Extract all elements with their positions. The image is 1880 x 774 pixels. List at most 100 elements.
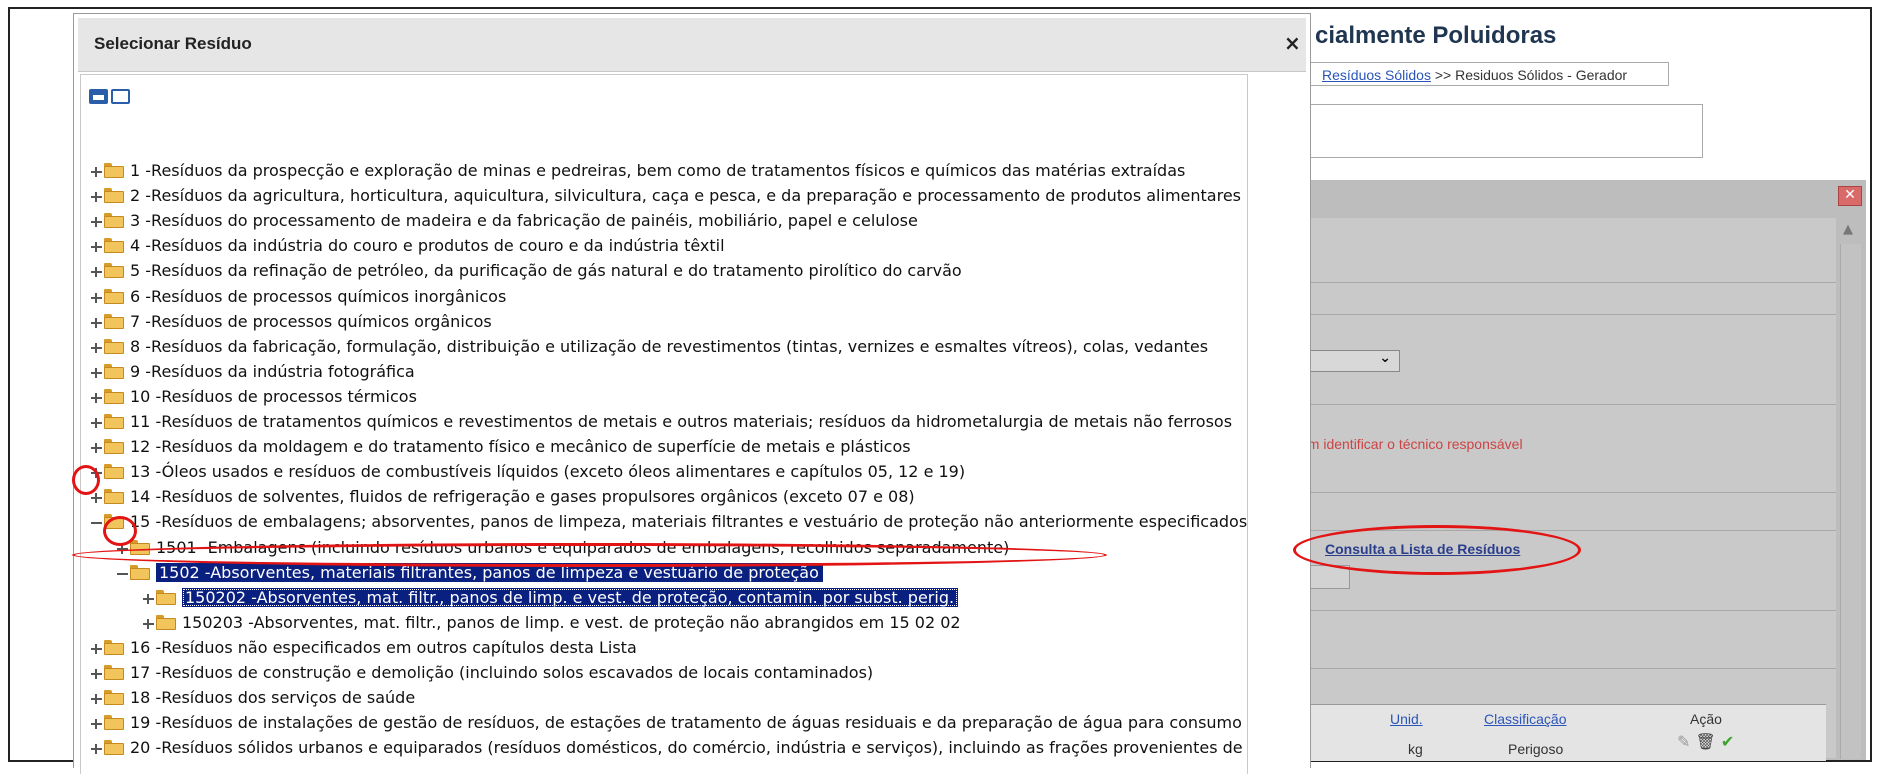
tree-node[interactable]: 14 -Resíduos de solventes, fluidos de re… (91, 485, 915, 509)
tree-node-label[interactable]: 17 -Resíduos de construção e demolição (… (130, 663, 873, 682)
tree-node-label[interactable]: 13 -Óleos usados e resíduos de combustív… (130, 462, 965, 481)
tree-node[interactable]: 5 -Resíduos da refinação de petróleo, da… (91, 259, 962, 283)
info-box (1305, 104, 1703, 158)
tree-node-label[interactable]: 16 -Resíduos não especificados em outros… (130, 638, 637, 657)
tree-node[interactable]: 10 -Resíduos de processos térmicos (91, 385, 417, 409)
breadcrumb-link[interactable]: Resíduos Sólidos (1322, 67, 1431, 83)
folder-icon (104, 163, 124, 178)
tree-node[interactable]: 4 -Resíduos da indústria do couro e prod… (91, 234, 725, 258)
tree-node-label[interactable]: 150203 -Absorventes, mat. filtr., panos … (182, 613, 961, 632)
tree-node[interactable]: 15 -Resíduos de embalagens; absorventes,… (91, 510, 1247, 534)
tree-node[interactable]: 2 -Resíduos da agricultura, horticultura… (91, 184, 1241, 208)
tree-node[interactable]: 18 -Resíduos dos serviços de saúde (91, 686, 415, 710)
tree-node[interactable]: 150203 -Absorventes, mat. filtr., panos … (143, 611, 961, 635)
tree-node[interactable]: 1502 -Absorventes, materiais filtrantes,… (117, 561, 823, 585)
expand-plus-icon[interactable] (91, 392, 102, 403)
tree-node-label[interactable]: 1502 -Absorventes, materiais filtrantes,… (156, 562, 823, 582)
tree-node[interactable]: 9 -Resíduos da indústria fotográfica (91, 360, 415, 384)
scrollbar[interactable] (1840, 244, 1861, 759)
tree-node-label[interactable]: 3 -Resíduos do processamento de madeira … (130, 211, 918, 230)
tree-node[interactable]: 8 -Resíduos da fabricação, formulação, d… (91, 335, 1208, 359)
tree-node-label[interactable]: 11 -Resíduos de tratamentos químicos e r… (130, 412, 1232, 431)
collapse-minus-icon[interactable] (91, 517, 102, 528)
tree-node-label[interactable]: 6 -Resíduos de processos químicos inorgâ… (130, 287, 506, 306)
folder-icon (156, 589, 176, 605)
residue-tree: 1 -Resíduos da prospecção e exploração d… (80, 74, 1248, 774)
expand-plus-icon[interactable] (143, 618, 154, 629)
expand-plus-icon[interactable] (91, 266, 102, 278)
tree-node-label[interactable]: 12 -Resíduos da moldagem e do tratamento… (130, 437, 911, 456)
background-dialog-close-icon[interactable]: ✕ (1838, 186, 1862, 206)
tree-node-label[interactable]: 8 -Resíduos da fabricação, formulação, d… (130, 337, 1208, 356)
divider (1280, 610, 1836, 611)
expand-plus-icon[interactable] (91, 693, 102, 705)
tree-node[interactable]: 6 -Resíduos de processos químicos inorgâ… (91, 285, 506, 309)
tree-node[interactable]: 13 -Óleos usados e resíduos de combustív… (91, 460, 965, 484)
tree-node[interactable]: 1501 -Embalagens (incluindo resíduos urb… (117, 536, 1009, 560)
expand-plus-icon[interactable] (91, 216, 102, 228)
expand-plus-icon[interactable] (91, 743, 102, 755)
tree-node-label[interactable]: 7 -Resíduos de processos químicos orgâni… (130, 312, 492, 331)
table-header-unid[interactable]: Unid. (1390, 711, 1423, 727)
tree-node-label[interactable]: 150202 -Absorventes, mat. filtr., panos … (182, 587, 959, 607)
expand-plus-icon[interactable] (117, 543, 128, 554)
tree-node[interactable]: 7 -Resíduos de processos químicos orgâni… (91, 310, 492, 334)
tree-node[interactable]: 12 -Resíduos da moldagem e do tratamento… (91, 435, 911, 459)
expand-plus-icon[interactable] (91, 417, 102, 428)
tree-node-label[interactable]: 5 -Resíduos da refinação de petróleo, da… (130, 261, 962, 280)
tree-node[interactable]: 150202 -Absorventes, mat. filtr., panos … (143, 586, 959, 610)
tree-node-label[interactable]: 1501 -Embalagens (incluindo resíduos urb… (156, 538, 1009, 557)
expand-plus-icon[interactable] (91, 292, 102, 303)
tree-node-label[interactable]: 20 -Resíduos sólidos urbanos e equiparad… (130, 738, 1247, 757)
checkmark-icon[interactable]: ✔ (1721, 732, 1734, 751)
tree-node[interactable]: 11 -Resíduos de tratamentos químicos e r… (91, 410, 1232, 434)
tree-node[interactable]: 19 -Resíduos de instalações de gestão de… (91, 711, 1247, 735)
tree-node[interactable]: 17 -Resíduos de construção e demolição (… (91, 661, 873, 685)
tree-node[interactable]: 1 -Resíduos da prospecção e exploração d… (91, 159, 1185, 183)
tree-node-label[interactable]: 2 -Resíduos da agricultura, horticultura… (130, 186, 1241, 205)
expand-plus-icon[interactable] (91, 241, 102, 253)
table-header-classificacao[interactable]: Classificação (1484, 711, 1566, 727)
expand-plus-icon[interactable] (91, 492, 102, 504)
tree-node-label[interactable]: 14 -Resíduos de solventes, fluidos de re… (130, 487, 915, 506)
expand-plus-icon[interactable] (91, 367, 102, 378)
expand-plus-icon[interactable] (91, 467, 102, 479)
divider (1280, 668, 1836, 669)
select-residue-modal: Selecionar Resíduo × 1 -Resíduos da pros… (73, 13, 1311, 774)
folder-icon (104, 439, 124, 455)
expand-plus-icon[interactable] (91, 191, 102, 203)
expand-plus-icon[interactable] (91, 718, 102, 730)
expand-plus-icon[interactable] (91, 668, 102, 679)
tree-node[interactable]: 3 -Resíduos do processamento de madeira … (91, 209, 918, 233)
scroll-up-arrow-icon[interactable]: ▲ (1843, 222, 1853, 237)
collapse-all-icon[interactable] (111, 89, 130, 104)
tree-node-label[interactable]: 1 -Resíduos da prospecção e exploração d… (130, 161, 1185, 180)
tree-toolbar (89, 89, 133, 107)
tree-node-label[interactable]: 9 -Resíduos da indústria fotográfica (130, 362, 415, 381)
expand-plus-icon[interactable] (91, 166, 102, 177)
edit-icon[interactable]: ✎ (1677, 732, 1690, 751)
expand-plus-icon[interactable] (143, 593, 154, 604)
tree-node-label[interactable]: 4 -Resíduos da indústria do couro e prod… (130, 236, 725, 255)
trash-icon[interactable]: 🗑 (1696, 732, 1716, 751)
close-icon[interactable]: × (1284, 31, 1301, 55)
row-actions: ✎ 🗑 ✔ (1677, 732, 1734, 751)
tree-node-label[interactable]: 15 -Resíduos de embalagens; absorventes,… (130, 512, 1247, 531)
tree-node[interactable]: 20 -Resíduos sólidos urbanos e equiparad… (91, 736, 1247, 760)
page-title: cialmente Poluidoras (1315, 22, 1557, 49)
expand-plus-icon[interactable] (91, 643, 102, 654)
tree-node[interactable]: 16 -Resíduos não especificados em outros… (91, 636, 637, 660)
folder-icon (130, 539, 150, 555)
expand-all-icon[interactable] (89, 89, 108, 104)
expand-plus-icon[interactable] (91, 317, 102, 328)
expand-plus-icon[interactable] (91, 342, 102, 353)
folder-icon (104, 690, 124, 706)
consulta-lista-residuos-link[interactable]: Consulta a Lista de Resíduos (1325, 541, 1520, 557)
folder-icon (104, 464, 124, 480)
collapse-minus-icon[interactable] (117, 568, 128, 579)
expand-plus-icon[interactable] (91, 442, 102, 454)
tree-node-label[interactable]: 18 -Resíduos dos serviços de saúde (130, 688, 415, 707)
tree-node-label[interactable]: 19 -Resíduos de instalações de gestão de… (130, 713, 1247, 732)
tree-node-label[interactable]: 10 -Resíduos de processos térmicos (130, 387, 417, 406)
folder-icon (104, 313, 124, 329)
